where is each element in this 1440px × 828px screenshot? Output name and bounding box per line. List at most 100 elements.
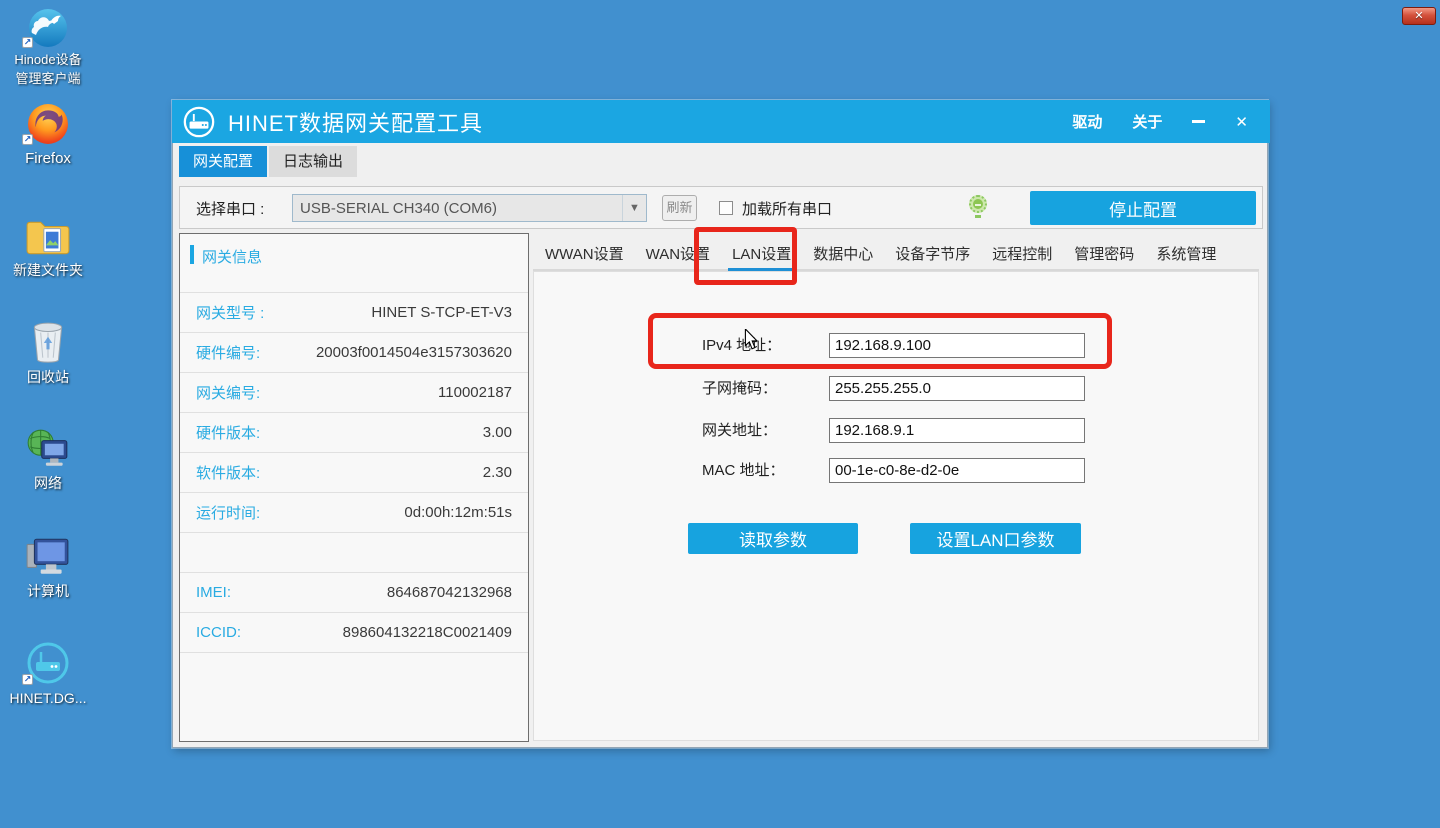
gateway-address-input[interactable] bbox=[829, 418, 1085, 443]
app-logo-icon bbox=[182, 105, 216, 139]
info-row-filler bbox=[180, 652, 528, 662]
info-value: 864687042132968 bbox=[387, 584, 512, 601]
stop-config-button[interactable]: 停止配置 bbox=[1030, 191, 1256, 225]
info-row-hardware-id: 硬件编号: 20003f0014504e3157303620 bbox=[180, 332, 528, 372]
info-label: 网关编号: bbox=[196, 382, 260, 403]
info-label: ICCID: bbox=[196, 624, 241, 641]
main-tab-bar: 网关配置 日志输出 bbox=[179, 146, 359, 177]
desktop-icon-label: HINET.DG... bbox=[6, 688, 90, 708]
hinode-client-icon: ↗ bbox=[6, 4, 90, 48]
status-bulb-base bbox=[975, 215, 981, 218]
lan-settings-panel: IPv4 地址： 子网掩码： 网关地址： MAC 地址： 读取参数 设置LAN口… bbox=[533, 271, 1259, 741]
desktop-icon-label: Firefox bbox=[6, 148, 90, 170]
desktop-icon-label: 网络 bbox=[6, 473, 90, 493]
settings-tab-bar: WWAN设置 WAN设置 LAN设置 数据中心 设备字节序 远程控制 管理密码 … bbox=[533, 241, 1259, 271]
serial-port-label: 选择串口 : bbox=[196, 198, 264, 219]
info-value: 3.00 bbox=[483, 424, 512, 441]
tab-remote-control[interactable]: 远程控制 bbox=[982, 241, 1062, 269]
tab-byte-order[interactable]: 设备字节序 bbox=[885, 241, 980, 269]
set-lan-params-button[interactable]: 设置LAN口参数 bbox=[910, 523, 1081, 554]
remote-session-close-button[interactable]: ✕ bbox=[1402, 7, 1436, 25]
ipv4-label: IPv4 地址： bbox=[702, 333, 781, 359]
load-all-ports-label: 加载所有串口 bbox=[742, 198, 832, 219]
form-row-subnet: 子网掩码： bbox=[534, 376, 1258, 402]
info-row-iccid: ICCID: 898604132218C0021409 bbox=[180, 612, 528, 652]
info-value: 2.30 bbox=[483, 464, 512, 481]
desktop-icon-computer[interactable]: 计算机 bbox=[6, 534, 90, 601]
desktop-icon-recycle-bin[interactable]: 回收站 bbox=[6, 320, 90, 387]
tab-wan-settings[interactable]: WAN设置 bbox=[636, 241, 720, 269]
tab-admin-password[interactable]: 管理密码 bbox=[1064, 241, 1144, 269]
subnet-mask-input[interactable] bbox=[829, 376, 1085, 401]
info-label: IMEI: bbox=[196, 584, 231, 601]
desktop-icon-firefox[interactable]: ↗ Firefox bbox=[6, 101, 90, 170]
minimize-button[interactable] bbox=[1192, 120, 1205, 123]
form-row-ipv4: IPv4 地址： bbox=[534, 333, 1258, 359]
desktop-icon-hinet-shortcut[interactable]: ↗ HINET.DG... bbox=[6, 641, 90, 708]
info-row-gateway-id: 网关编号: 110002187 bbox=[180, 372, 528, 412]
computer-icon bbox=[6, 534, 90, 578]
status-bulb-icon bbox=[969, 195, 987, 213]
gateway-address-label: 网关地址： bbox=[702, 418, 777, 444]
mac-address-input[interactable] bbox=[829, 458, 1085, 483]
app-window: HINET数据网关配置工具 驱动 关于 ✕ 网关配置 日志输出 选择串口 : U… bbox=[172, 100, 1268, 748]
serial-port-select[interactable]: USB-SERIAL CH340 (COM6) ▼ bbox=[292, 194, 647, 222]
tab-data-center[interactable]: 数据中心 bbox=[803, 241, 883, 269]
window-title: HINET数据网关配置工具 bbox=[228, 106, 483, 138]
info-row-sw-version: 软件版本: 2.30 bbox=[180, 452, 528, 492]
titlebar: HINET数据网关配置工具 驱动 关于 ✕ bbox=[172, 100, 1270, 143]
hinet-router-icon: ↗ bbox=[6, 641, 90, 685]
desktop-icon-label: 新建文件夹 bbox=[6, 260, 90, 280]
desktop-icon-label: 回收站 bbox=[6, 367, 90, 387]
info-row-model: 网关型号 : HINET S-TCP-ET-V3 bbox=[180, 292, 528, 332]
desktop-icon-new-folder[interactable]: 新建文件夹 bbox=[6, 213, 90, 280]
info-value: 110002187 bbox=[438, 384, 512, 401]
shortcut-arrow-icon: ↗ bbox=[22, 37, 33, 48]
close-button[interactable]: ✕ bbox=[1235, 113, 1248, 131]
gateway-info-panel: 网关信息 网关型号 : HINET S-TCP-ET-V3 硬件编号: 2000… bbox=[179, 233, 529, 742]
gateway-info-header: 网关信息 bbox=[180, 234, 528, 292]
folder-icon bbox=[6, 213, 90, 257]
form-row-gateway: 网关地址： bbox=[534, 418, 1258, 444]
driver-menu-item[interactable]: 驱动 bbox=[1072, 111, 1102, 132]
refresh-button[interactable]: 刷新 bbox=[662, 195, 697, 221]
serial-port-value: USB-SERIAL CH340 (COM6) bbox=[293, 200, 622, 217]
shortcut-arrow-icon: ↗ bbox=[22, 134, 33, 145]
info-label: 硬件编号: bbox=[196, 342, 260, 363]
info-value: 0d:00h:12m:51s bbox=[404, 504, 512, 521]
info-value: 898604132218C0021409 bbox=[343, 624, 512, 641]
info-label: 软件版本: bbox=[196, 462, 260, 483]
desktop-icon-hinode-client[interactable]: ↗ Hinode设备 管理客户端 bbox=[6, 4, 90, 89]
subnet-mask-label: 子网掩码： bbox=[702, 376, 777, 402]
mac-address-label: MAC 地址： bbox=[702, 458, 785, 484]
chevron-down-icon: ▼ bbox=[622, 195, 646, 221]
firefox-icon: ↗ bbox=[6, 101, 90, 145]
info-label: 运行时间: bbox=[196, 502, 260, 523]
info-row-hw-version: 硬件版本: 3.00 bbox=[180, 412, 528, 452]
load-all-ports-checkbox[interactable] bbox=[719, 201, 733, 215]
accent-bar bbox=[190, 245, 194, 264]
info-value: HINET S-TCP-ET-V3 bbox=[371, 304, 512, 321]
recycle-bin-icon bbox=[6, 320, 90, 364]
tab-lan-settings[interactable]: LAN设置 bbox=[722, 241, 801, 269]
ipv4-input[interactable] bbox=[829, 333, 1085, 358]
desktop-icon-label: 计算机 bbox=[6, 581, 90, 601]
form-row-mac: MAC 地址： bbox=[534, 458, 1258, 484]
shortcut-arrow-icon: ↗ bbox=[22, 674, 33, 685]
info-row-empty bbox=[180, 532, 528, 572]
tab-gateway-config[interactable]: 网关配置 bbox=[179, 146, 267, 177]
tab-system-management[interactable]: 系统管理 bbox=[1146, 241, 1226, 269]
network-icon bbox=[6, 426, 90, 470]
info-label: 硬件版本: bbox=[196, 422, 260, 443]
desktop-icon-network[interactable]: 网络 bbox=[6, 426, 90, 493]
tab-log-output[interactable]: 日志输出 bbox=[269, 146, 357, 177]
desktop-icon-label: Hinode设备 管理客户端 bbox=[6, 51, 90, 89]
info-value: 20003f0014504e3157303620 bbox=[316, 344, 512, 361]
info-label: 网关型号 : bbox=[196, 302, 264, 323]
gateway-info-title: 网关信息 bbox=[202, 246, 262, 267]
serial-port-bar: 选择串口 : USB-SERIAL CH340 (COM6) ▼ 刷新 加载所有… bbox=[179, 186, 1263, 229]
info-row-uptime: 运行时间: 0d:00h:12m:51s bbox=[180, 492, 528, 532]
tab-wwan-settings[interactable]: WWAN设置 bbox=[535, 241, 634, 269]
about-menu-item[interactable]: 关于 bbox=[1132, 111, 1162, 132]
read-params-button[interactable]: 读取参数 bbox=[688, 523, 858, 554]
